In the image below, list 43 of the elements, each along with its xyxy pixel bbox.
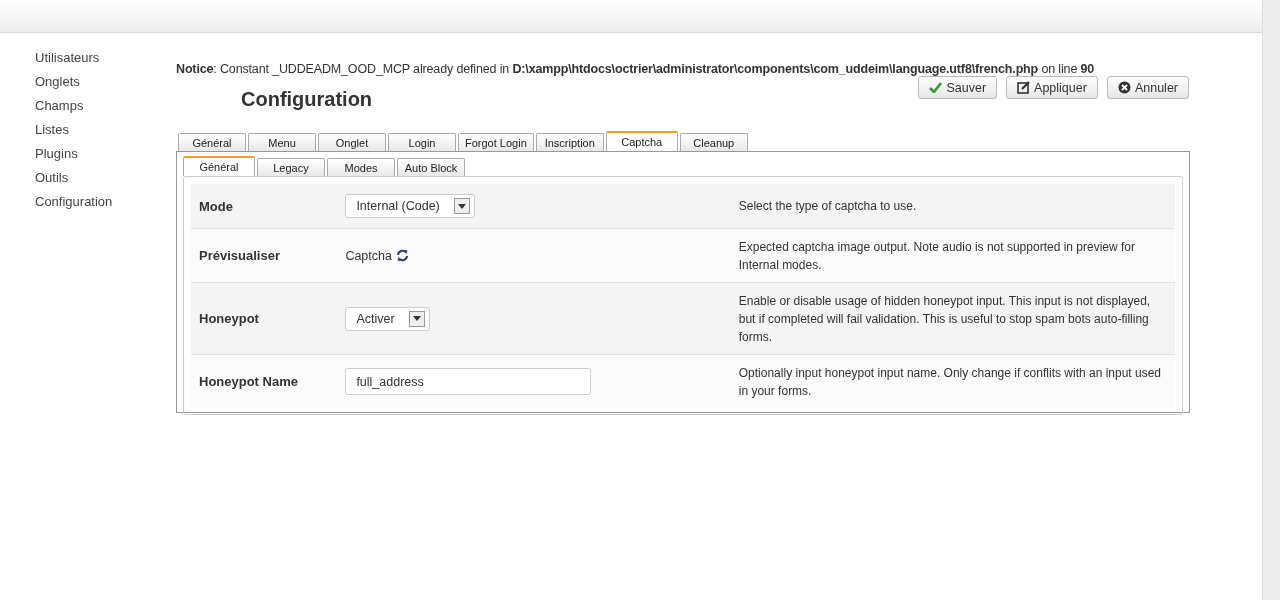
- scrollbar[interactable]: [1262, 0, 1280, 600]
- toolbar-button[interactable]: Annuler: [1106, 76, 1189, 99]
- sidebar-link[interactable]: Listes: [35, 118, 69, 142]
- tab[interactable]: Login: [388, 133, 456, 151]
- sidebar-link[interactable]: Outils: [35, 166, 69, 190]
- refresh-icon[interactable]: [395, 248, 409, 262]
- tab[interactable]: Menu: [248, 133, 316, 151]
- sidebar-link[interactable]: Champs: [35, 94, 84, 118]
- subtab[interactable]: Général: [183, 156, 255, 176]
- edit-icon: [1017, 81, 1031, 94]
- subtab[interactable]: Auto Block: [397, 158, 465, 176]
- subtab[interactable]: Modes: [327, 158, 395, 176]
- tab[interactable]: Général: [178, 133, 246, 151]
- caret-icon: [453, 198, 470, 214]
- toolbar-button[interactable]: Sauver: [918, 76, 998, 99]
- setting-label: Honeypot: [199, 311, 260, 326]
- tab[interactable]: Captcha: [605, 131, 678, 151]
- toolbar-button[interactable]: Appliquer: [1006, 76, 1098, 99]
- setting-label: Mode: [199, 198, 234, 214]
- close-icon: [1117, 81, 1131, 94]
- input-field[interactable]: full_address: [345, 368, 592, 395]
- tab[interactable]: Cleanup: [679, 133, 748, 151]
- sidebar-link[interactable]: Configuration: [35, 190, 113, 214]
- setting-description: Select the type of captcha to use.: [738, 198, 918, 215]
- page-title: Configuration: [241, 88, 373, 111]
- setting-label: Honeypot Name: [199, 374, 299, 389]
- select-field[interactable]: Activer: [345, 306, 430, 331]
- tab[interactable]: Inscription: [535, 133, 604, 151]
- tab[interactable]: Forgot Login: [458, 133, 534, 151]
- check-icon: [929, 82, 943, 93]
- setting-label: Prévisualiser: [199, 248, 281, 263]
- captcha-preview: Captcha: [345, 248, 392, 263]
- notice-message: Notice: Constant _UDDEADM_OOD_MCP already defined in D:\xampp\htdocs\octrier\administrator\components\com_uddeim\language.utf8\french.php on line 90: [176, 62, 1096, 76]
- setting-description: Enable or disable usage of hidden honeypot input. This input is not displayed, but if completed will fail validation. This is useful to stop spam bots auto-filling forms.: [738, 292, 1152, 346]
- setting-description: Expected captcha image output. Note audio is not supported in preview for Internal modes.: [738, 238, 1136, 274]
- subtab[interactable]: Legacy: [257, 158, 325, 176]
- select-field[interactable]: Internal (Code): [345, 194, 475, 218]
- setting-description: Optionally input honeypot input name. Only change if conflits with an input used in your forms.: [738, 364, 1163, 400]
- sidebar-link[interactable]: Utilisateurs: [35, 46, 100, 70]
- tab[interactable]: Onglet: [318, 133, 386, 151]
- caret-icon: [408, 310, 425, 327]
- sidebar-link[interactable]: Onglets: [35, 70, 80, 94]
- sidebar-link[interactable]: Plugins: [35, 142, 78, 166]
